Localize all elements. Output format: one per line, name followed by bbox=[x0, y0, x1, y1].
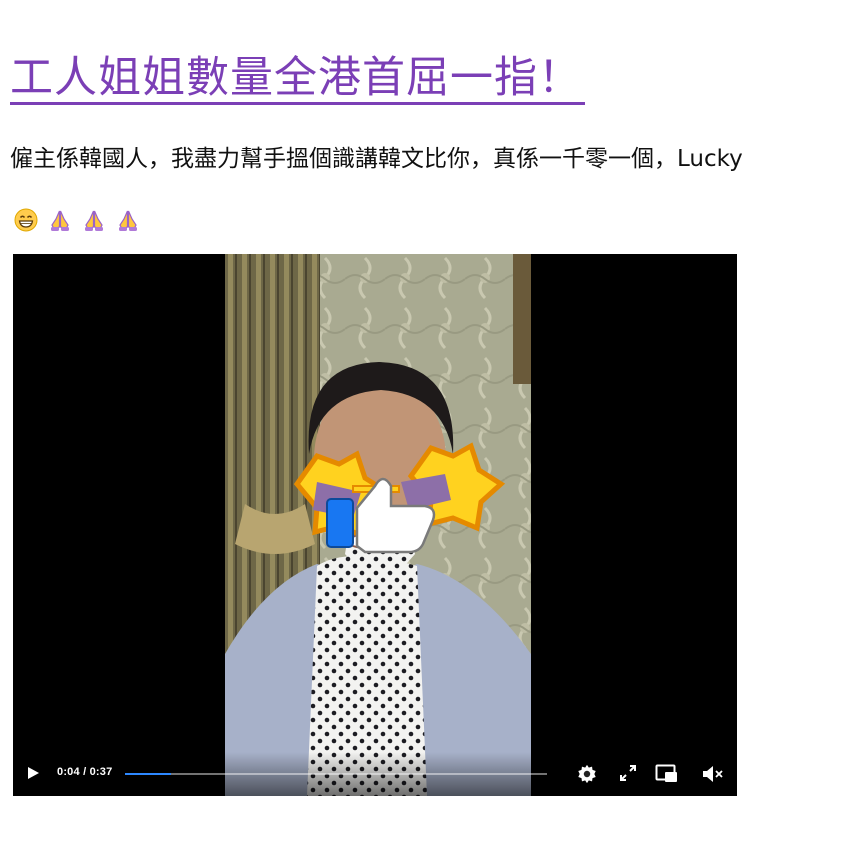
video-player[interactable]: 0:04 / 0:37 bbox=[13, 254, 737, 796]
video-frame[interactable] bbox=[225, 254, 531, 796]
settings-icon[interactable] bbox=[576, 763, 598, 785]
progress-bar[interactable] bbox=[125, 773, 547, 775]
emoji-row bbox=[14, 204, 140, 236]
video-controls: 0:04 / 0:37 bbox=[13, 752, 737, 796]
folded-hands-icon bbox=[51, 210, 69, 231]
article-headline: 工人姐姐數量全港首屈一指！ bbox=[10, 53, 582, 103]
headline-underline bbox=[10, 102, 585, 105]
progress-fill bbox=[125, 773, 171, 775]
duration: 0:37 bbox=[89, 766, 113, 778]
muted-icon[interactable] bbox=[701, 764, 725, 784]
video-scene bbox=[225, 254, 531, 796]
picture-in-picture-icon[interactable] bbox=[655, 764, 679, 784]
current-time: 0:04 bbox=[57, 766, 80, 778]
time-separator: / bbox=[79, 766, 90, 778]
article-body: 僱主係韓國人，我盡力幫手搵個識講韓文比你，真係一千零一個，Lucky bbox=[10, 146, 743, 172]
folded-hands-icon bbox=[119, 210, 137, 231]
fullscreen-icon[interactable] bbox=[619, 764, 637, 782]
grinning-face-icon bbox=[14, 208, 38, 232]
folded-hands-icon bbox=[85, 210, 103, 231]
time-readout: 0:04 / 0:37 bbox=[57, 766, 112, 778]
play-icon[interactable] bbox=[25, 765, 41, 781]
